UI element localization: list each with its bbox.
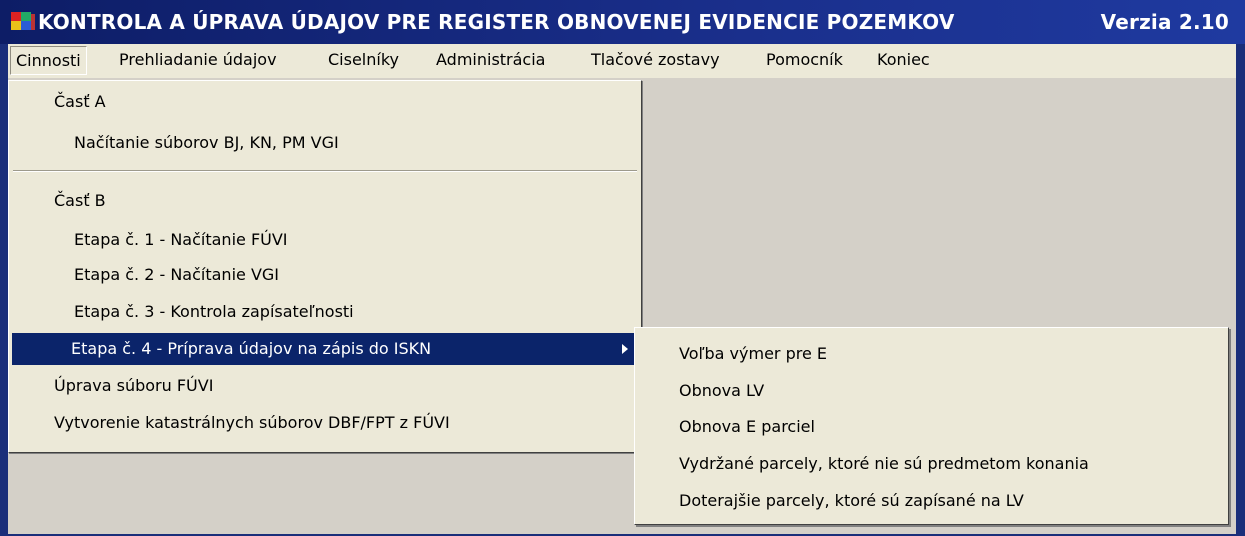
app-flag-icon	[10, 10, 36, 34]
menu-koniec[interactable]: Koniec	[871, 46, 936, 74]
submenu-item-doterajsie-parcely[interactable]: Doterajšie parcely, ktoré sú zapísané na…	[679, 483, 1224, 519]
submenu-item-volba-vymer[interactable]: Voľba výmer pre E	[679, 336, 1224, 372]
menu-item-etapa-1[interactable]: Etapa č. 1 - Načítanie FÚVI	[12, 224, 638, 256]
menu-cinnosti[interactable]: Cinnosti	[10, 46, 87, 75]
menu-item-etapa-2[interactable]: Etapa č. 2 - Načítanie VGI	[12, 259, 638, 291]
menu-item-uprava-suboru[interactable]: Úprava súboru FÚVI	[12, 370, 638, 402]
submenu-item-obnova-lv[interactable]: Obnova LV	[679, 373, 1224, 409]
menu-administracia[interactable]: Administrácia	[430, 46, 551, 74]
menu-item-etapa-3[interactable]: Etapa č. 3 - Kontrola zapísateľnosti	[12, 296, 638, 328]
menu-tlacove-zostavy[interactable]: Tlačové zostavy	[585, 46, 726, 74]
cinnosti-dropdown-menu: Časť A Načítanie súborov BJ, KN, PM VGI …	[8, 80, 642, 453]
etapa-4-submenu: Voľba výmer pre E Obnova LV Obnova E par…	[634, 327, 1229, 525]
title-bar: KONTROLA A ÚPRAVA ÚDAJOV PRE REGISTER OB…	[0, 0, 1245, 44]
menu-bar: Cinnosti Prehliadanie údajov Ciselníky A…	[8, 44, 1236, 79]
window-title: KONTROLA A ÚPRAVA ÚDAJOV PRE REGISTER OB…	[38, 10, 955, 34]
menu-separator	[13, 170, 637, 172]
menu-pomocnik[interactable]: Pomocník	[760, 46, 849, 74]
chevron-right-icon	[622, 344, 628, 354]
submenu-item-vydrzane-parcely[interactable]: Vydržané parcely, ktoré nie sú predmetom…	[679, 446, 1224, 482]
menu-item-nacitanie-suborov[interactable]: Načítanie súborov BJ, KN, PM VGI	[12, 127, 638, 159]
menu-item-vytvorenie-katastralnych[interactable]: Vytvorenie katastrálnych súborov DBF/FPT…	[12, 407, 638, 439]
menu-item-cast-a[interactable]: Časť A	[12, 86, 638, 118]
menu-item-etapa-4-label: Etapa č. 4 - Príprava údajov na zápis do…	[71, 339, 432, 358]
submenu-item-obnova-e-parciel[interactable]: Obnova E parciel	[679, 409, 1224, 445]
menu-item-etapa-4[interactable]: Etapa č. 4 - Príprava údajov na zápis do…	[12, 333, 638, 365]
menu-prehliadanie-udajov[interactable]: Prehliadanie údajov	[113, 46, 283, 74]
version-label: Verzia 2.10	[1100, 10, 1229, 34]
menu-ciselniky[interactable]: Ciselníky	[322, 46, 405, 74]
menu-item-cast-b[interactable]: Časť B	[12, 185, 638, 217]
